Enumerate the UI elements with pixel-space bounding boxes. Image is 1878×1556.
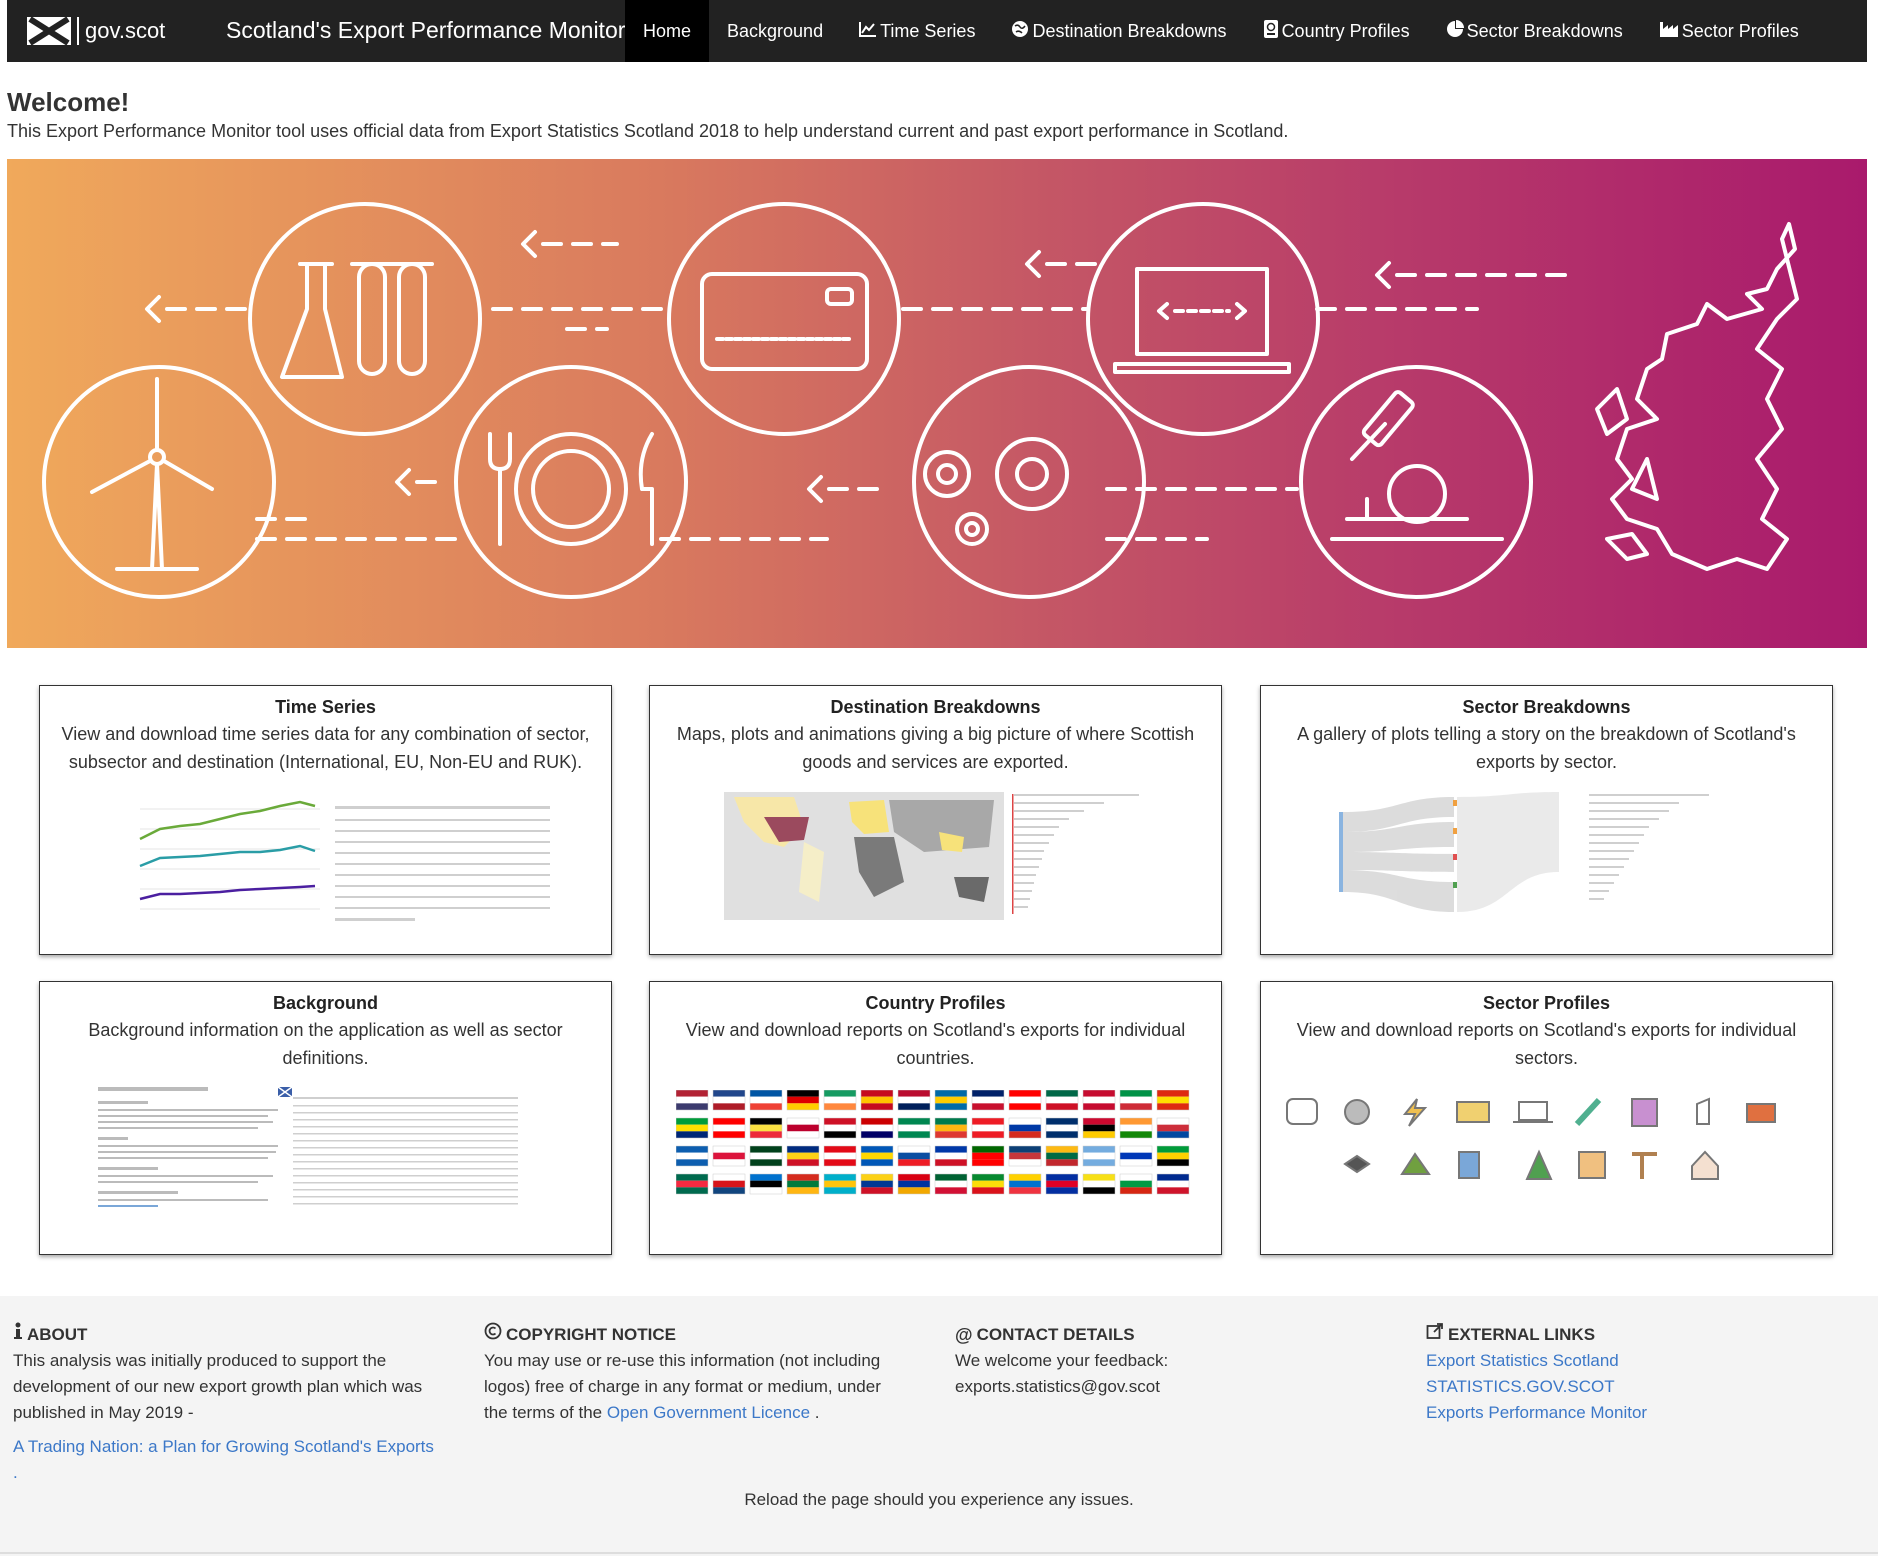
- card-destination-breakdowns-title: Destination Breakdowns: [830, 697, 1041, 717]
- footer-about: ABOUT This analysis was initially produc…: [13, 1322, 453, 1486]
- exports-performance-monitor-link[interactable]: Exports Performance Monitor: [1426, 1400, 1846, 1426]
- card-destination-breakdowns[interactable]: Destination Breakdowns Maps, plots and a…: [649, 685, 1222, 955]
- flags-thumbnail: [676, 1090, 1190, 1195]
- export-statistics-scotland-link[interactable]: Export Statistics Scotland: [1426, 1348, 1846, 1374]
- sector-sankey-thumbnail: [1339, 792, 1709, 912]
- background-thumbnail: [98, 1086, 518, 1207]
- footer-contact-line1: We welcome your feedback:: [955, 1351, 1169, 1370]
- footer-about-link[interactable]: A Trading Nation: a Plan for Growing Sco…: [13, 1434, 453, 1460]
- card-sector-breakdowns-desc: A gallery of plots telling a story on th…: [1297, 724, 1796, 772]
- footer-contact-heading-text: CONTACT DETAILS: [976, 1325, 1135, 1344]
- welcome-text: This Export Performance Monitor tool use…: [7, 121, 1289, 141]
- nav-destination-breakdowns-label: Destination Breakdowns: [1032, 20, 1227, 41]
- footer-contact: @ CONTACT DETAILS We welcome your feedba…: [955, 1322, 1335, 1400]
- nav-country-profiles-label: Country Profiles: [1281, 20, 1410, 41]
- footer-about-heading-text: ABOUT: [27, 1325, 88, 1344]
- pie-chart-icon: [1446, 19, 1464, 43]
- nav-time-series[interactable]: Time Series: [841, 0, 993, 62]
- export-illustration: [42, 202, 1799, 599]
- footer-copyright-body: You may use or re-use this information (…: [484, 1348, 904, 1426]
- footer-external-heading: EXTERNAL LINKS: [1426, 1322, 1846, 1348]
- card-background[interactable]: Background Background information on the…: [39, 981, 612, 1255]
- footer-copyright-after: .: [814, 1403, 820, 1422]
- nav-country-profiles[interactable]: Country Profiles: [1245, 0, 1428, 62]
- nav-sector-profiles-label: Sector Profiles: [1681, 20, 1799, 41]
- card-time-series-title: Time Series: [275, 697, 376, 717]
- nav-home-label: Home: [643, 20, 692, 41]
- time-series-thumbnail: [139, 800, 550, 921]
- card-background-desc: Background information on the applicatio…: [88, 1020, 563, 1068]
- nav-background[interactable]: Background: [709, 0, 841, 62]
- statistics-gov-scot-link[interactable]: STATISTICS.GOV.SCOT: [1426, 1374, 1846, 1400]
- footer-bottom-rule: [0, 1552, 1878, 1554]
- nav-sector-breakdowns-label: Sector Breakdowns: [1466, 20, 1623, 41]
- footer-about-dot[interactable]: .: [13, 1460, 453, 1486]
- nav-home[interactable]: Home: [625, 0, 710, 62]
- card-sector-profiles-desc: View and download reports on Scotland's …: [1296, 1020, 1797, 1068]
- line-chart-icon: [859, 21, 877, 42]
- open-government-licence-link[interactable]: Open Government Licence: [607, 1403, 810, 1422]
- external-link-icon: [1426, 1322, 1444, 1348]
- card-sector-profiles[interactable]: Sector Profiles View and download report…: [1260, 981, 1833, 1255]
- card-country-profiles-title: Country Profiles: [865, 993, 1006, 1013]
- footer: ABOUT This analysis was initially produc…: [0, 1296, 1878, 1556]
- nav-links: Home Background Time Series Destination …: [625, 0, 1817, 62]
- card-sector-profiles-title: Sector Profiles: [1482, 993, 1611, 1013]
- sector-icons-thumbnail: [1286, 1097, 1776, 1180]
- footer-about-heading: ABOUT: [13, 1322, 453, 1348]
- footer-contact-email: exports.statistics@gov.scot: [955, 1377, 1160, 1396]
- nav-sector-profiles[interactable]: Sector Profiles: [1641, 0, 1817, 62]
- brand-separator: [77, 17, 79, 45]
- industry-icon: [1659, 20, 1679, 43]
- reload-notice: Reload the page should you experience an…: [744, 1490, 1134, 1509]
- app-title[interactable]: Scotland's Export Performance Monitor: [226, 14, 625, 46]
- gov-scot-logo[interactable]: gov.scot: [27, 13, 165, 49]
- footer-copyright-heading-text: COPYRIGHT NOTICE: [506, 1325, 677, 1344]
- copyright-icon: [484, 1322, 502, 1348]
- at-sign-icon: @: [955, 1325, 973, 1345]
- destination-map-thumbnail: [724, 792, 1139, 920]
- top-navbar: gov.scot Scotland's Export Performance M…: [7, 0, 1867, 62]
- footer-external: EXTERNAL LINKS Export Statistics Scotlan…: [1426, 1322, 1846, 1426]
- card-sector-breakdowns-title: Sector Breakdowns: [1462, 697, 1631, 717]
- passport-icon: [1263, 19, 1279, 44]
- nav-destination-breakdowns[interactable]: Destination Breakdowns: [993, 0, 1244, 62]
- card-time-series[interactable]: Time Series View and download time serie…: [39, 685, 612, 955]
- hero-banner: [7, 159, 1867, 648]
- footer-copyright: COPYRIGHT NOTICE You may use or re-use t…: [484, 1322, 904, 1426]
- saltire-flag-icon: [27, 17, 71, 45]
- card-sector-breakdowns[interactable]: Sector Breakdowns A gallery of plots tel…: [1260, 685, 1833, 955]
- card-country-profiles-desc: View and download reports on Scotland's …: [685, 1020, 1186, 1068]
- globe-icon: [1011, 20, 1029, 43]
- card-time-series-desc: View and download time series data for a…: [61, 724, 590, 772]
- welcome-title: Welcome!: [7, 87, 130, 117]
- brand-text: gov.scot: [85, 18, 166, 43]
- footer-contact-heading: @ CONTACT DETAILS: [955, 1322, 1335, 1348]
- info-icon: [13, 1322, 23, 1348]
- footer-copyright-heading: COPYRIGHT NOTICE: [484, 1322, 904, 1348]
- nav-time-series-label: Time Series: [880, 20, 976, 41]
- footer-external-heading-text: EXTERNAL LINKS: [1448, 1325, 1596, 1344]
- card-background-title: Background: [272, 993, 378, 1013]
- card-country-profiles[interactable]: Country Profiles View and download repor…: [649, 981, 1222, 1255]
- nav-sector-breakdowns[interactable]: Sector Breakdowns: [1428, 0, 1641, 62]
- footer-about-text: This analysis was initially produced to …: [13, 1351, 423, 1422]
- card-destination-breakdowns-desc: Maps, plots and animations giving a big …: [676, 724, 1195, 772]
- nav-background-label: Background: [727, 20, 824, 41]
